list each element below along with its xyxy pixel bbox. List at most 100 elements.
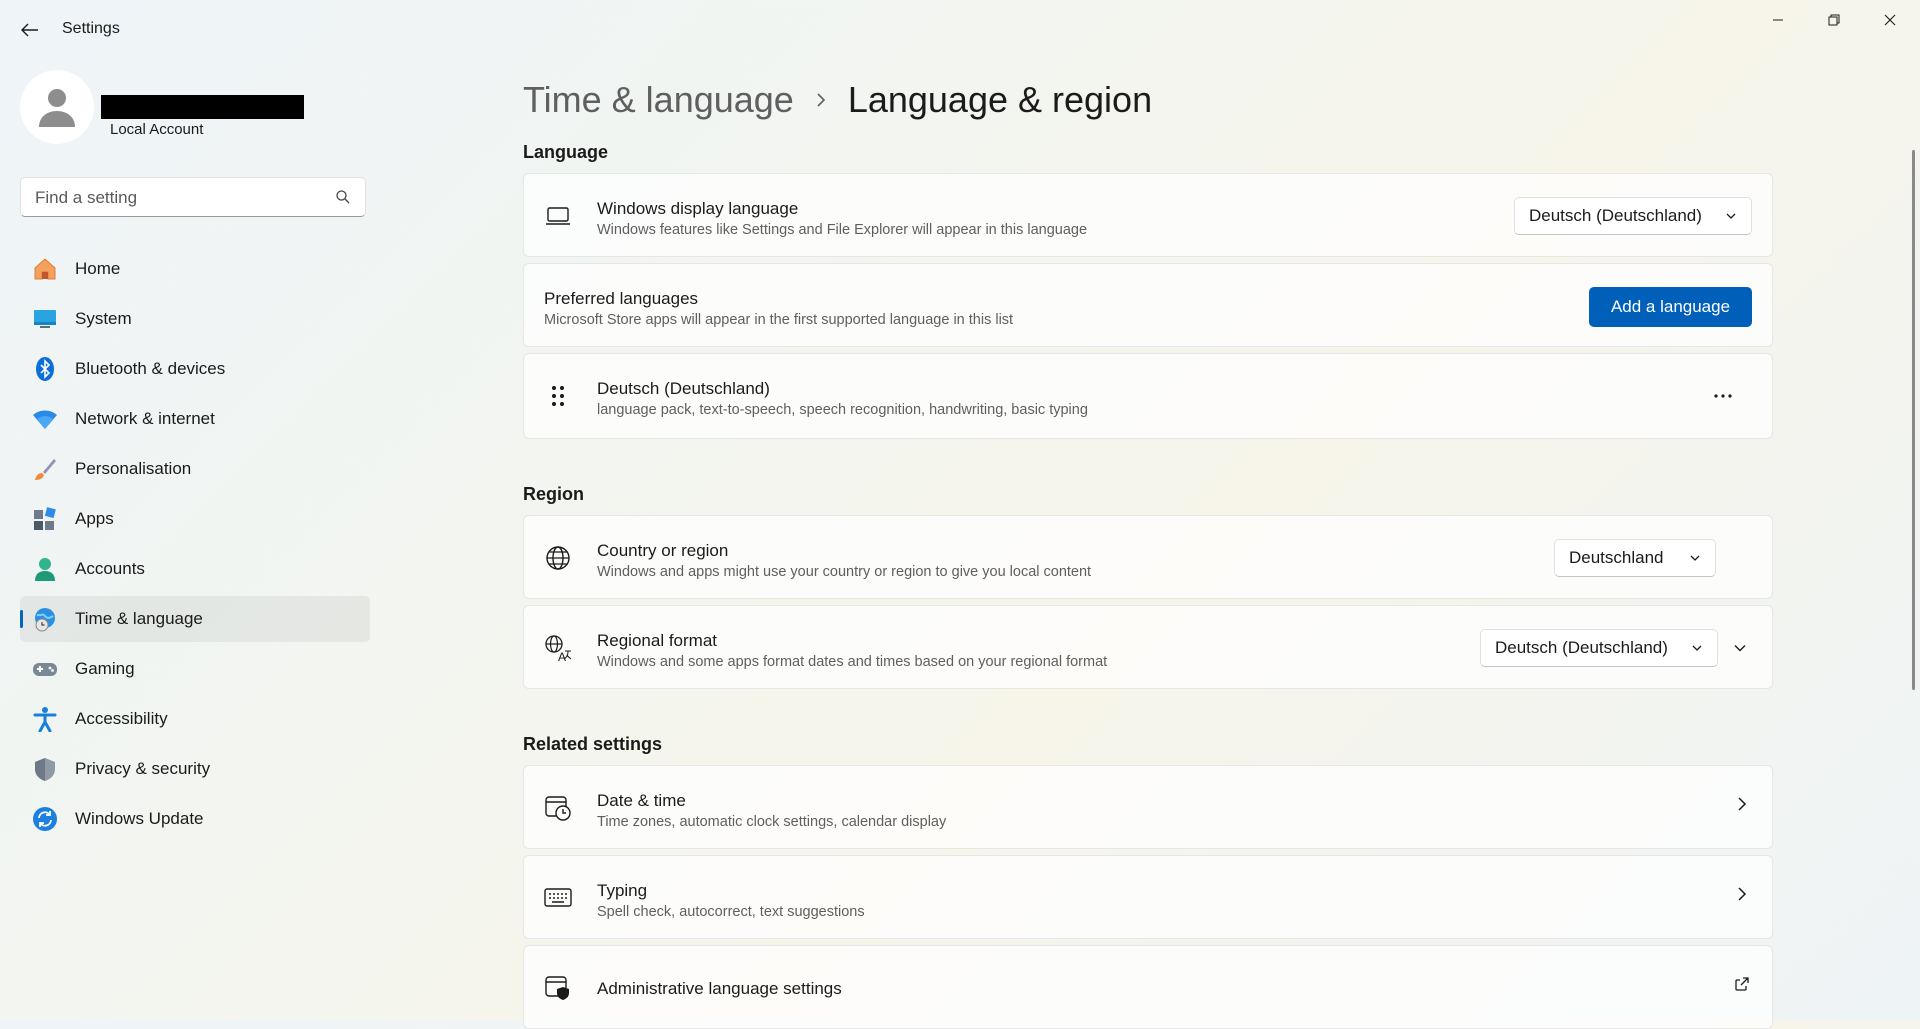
close-icon (1884, 14, 1896, 26)
drag-handle-icon[interactable] (544, 382, 572, 410)
sidebar-item-bluetooth[interactable]: Bluetooth & devices (20, 346, 370, 392)
dropdown-value: Deutsch (Deutschland) (1529, 206, 1702, 225)
app-title: Settings (62, 20, 120, 37)
more-options-icon (1714, 394, 1732, 398)
brush-icon (32, 456, 58, 482)
minimize-icon (1773, 19, 1783, 21)
breadcrumb: Time & language Language & region (523, 70, 1152, 130)
sidebar-item-time-language[interactable]: Time & language (20, 596, 370, 642)
country-region-dropdown[interactable]: Deutschland (1554, 539, 1716, 577)
main-content: Time & language Language & region Langua… (523, 60, 1773, 1029)
laptop-icon (544, 202, 572, 230)
sidebar-item-personalisation[interactable]: Personalisation (20, 446, 370, 492)
country-region-card: Country or region Windows and apps might… (523, 515, 1773, 599)
sidebar-item-label: Accounts (75, 559, 145, 578)
avatar (20, 70, 94, 144)
chevron-right-icon (816, 92, 826, 108)
chevron-right-icon (1738, 887, 1747, 901)
dropdown-value: Deutschland (1569, 548, 1664, 567)
sidebar-item-gaming[interactable]: Gaming (20, 646, 370, 692)
search-icon[interactable] (335, 189, 351, 205)
bluetooth-icon (32, 356, 58, 382)
sidebar-item-label: Bluetooth & devices (75, 359, 226, 378)
sidebar-item-system[interactable]: System (20, 296, 370, 342)
section-title-related: Related settings (523, 734, 663, 754)
language-features: language pack, text-to-speech, speech re… (597, 402, 1088, 418)
gamepad-icon (32, 656, 58, 682)
language-name: Deutsch (Deutschland) (597, 379, 770, 398)
windows-display-language-card: Windows display language Windows feature… (523, 173, 1773, 257)
setting-description: Spell check, autocorrect, text suggestio… (597, 904, 865, 920)
sidebar-item-privacy[interactable]: Privacy & security (20, 746, 370, 792)
installed-language-item[interactable]: Deutsch (Deutschland) language pack, tex… (523, 353, 1773, 439)
apps-icon (32, 506, 58, 532)
display-language-dropdown[interactable]: Deutsch (Deutschland) (1514, 197, 1752, 235)
sidebar-item-home[interactable]: Home (20, 246, 370, 292)
sidebar-item-label: Accessibility (75, 709, 168, 728)
date-time-link-card[interactable]: Date & time Time zones, automatic clock … (523, 765, 1773, 849)
setting-title: Preferred languages (544, 289, 699, 308)
setting-title: Date & time (597, 791, 686, 810)
sidebar-item-label: Time & language (75, 609, 203, 628)
wifi-icon (32, 406, 58, 432)
regional-format-icon: A (544, 634, 572, 662)
sidebar-item-label: Home (75, 259, 121, 278)
dropdown-value: Deutsch (Deutschland) (1495, 638, 1668, 657)
back-arrow-icon (21, 23, 38, 37)
expand-button[interactable] (1726, 634, 1754, 662)
add-language-button[interactable]: Add a language (1589, 287, 1752, 327)
redacted-account-name (101, 95, 304, 119)
update-icon (32, 806, 58, 832)
back-button[interactable] (14, 16, 46, 44)
restore-button[interactable] (1806, 0, 1862, 40)
globe-clock-icon (32, 606, 58, 632)
close-button[interactable] (1862, 0, 1918, 40)
globe-icon (544, 544, 572, 572)
sidebar-item-accounts[interactable]: Accounts (20, 546, 370, 592)
restore-icon (1828, 14, 1840, 26)
setting-description: Windows features like Settings and File … (597, 222, 1088, 238)
accessibility-icon (32, 706, 58, 732)
sidebar-item-label: System (75, 309, 132, 328)
accounts-icon (32, 556, 58, 582)
sidebar-item-label: Network & internet (75, 409, 215, 428)
user-icon (39, 89, 75, 127)
shield-icon (32, 756, 58, 782)
typing-link-card[interactable]: Typing Spell check, autocorrect, text su… (523, 855, 1773, 939)
regional-format-card[interactable]: A Regional format Windows and some apps … (523, 605, 1773, 689)
search-input[interactable] (33, 178, 337, 218)
setting-description: Time zones, automatic clock settings, ca… (597, 814, 947, 830)
account-type: Local Account (110, 121, 204, 138)
sidebar-item-label: Privacy & security (75, 759, 211, 778)
setting-description: Windows and apps might use your country … (597, 564, 1092, 580)
nav-menu: Home System Bluetooth & devices Network … (20, 246, 370, 846)
search-box[interactable] (20, 177, 366, 218)
minimize-button[interactable] (1750, 0, 1806, 40)
setting-description: Microsoft Store apps will appear in the … (544, 312, 1014, 328)
title-bar: Settings (0, 0, 1920, 60)
setting-title: Typing (597, 881, 648, 900)
account-profile[interactable]: Local Account (20, 70, 380, 150)
section-title-region: Region (523, 484, 584, 504)
sidebar-item-label: Gaming (75, 659, 135, 678)
open-external-icon (1735, 977, 1749, 991)
home-icon (32, 256, 58, 282)
admin-language-settings-link-card[interactable]: Administrative language settings (523, 945, 1773, 1029)
svg-text:A: A (558, 650, 566, 662)
sidebar-item-accessibility[interactable]: Accessibility (20, 696, 370, 742)
more-options-button[interactable] (1708, 382, 1738, 410)
regional-format-dropdown[interactable]: Deutsch (Deutschland) (1480, 629, 1718, 667)
sidebar-item-label: Apps (75, 509, 114, 528)
sidebar-item-windows-update[interactable]: Windows Update (20, 796, 370, 842)
preferred-languages-card: Preferred languages Microsoft Store apps… (523, 263, 1773, 347)
page-title: Language & region (847, 79, 1153, 120)
sidebar-item-label: Personalisation (75, 459, 192, 478)
breadcrumb-parent[interactable]: Time & language (523, 79, 794, 121)
sidebar-item-apps[interactable]: Apps (20, 496, 370, 542)
sidebar-item-network[interactable]: Network & internet (20, 396, 370, 442)
setting-title: Administrative language settings (597, 979, 842, 998)
chevron-down-icon (1690, 555, 1700, 561)
setting-title: Regional format (597, 631, 718, 650)
admin-settings-icon (544, 974, 572, 1002)
scrollbar-thumb[interactable] (1912, 150, 1915, 690)
